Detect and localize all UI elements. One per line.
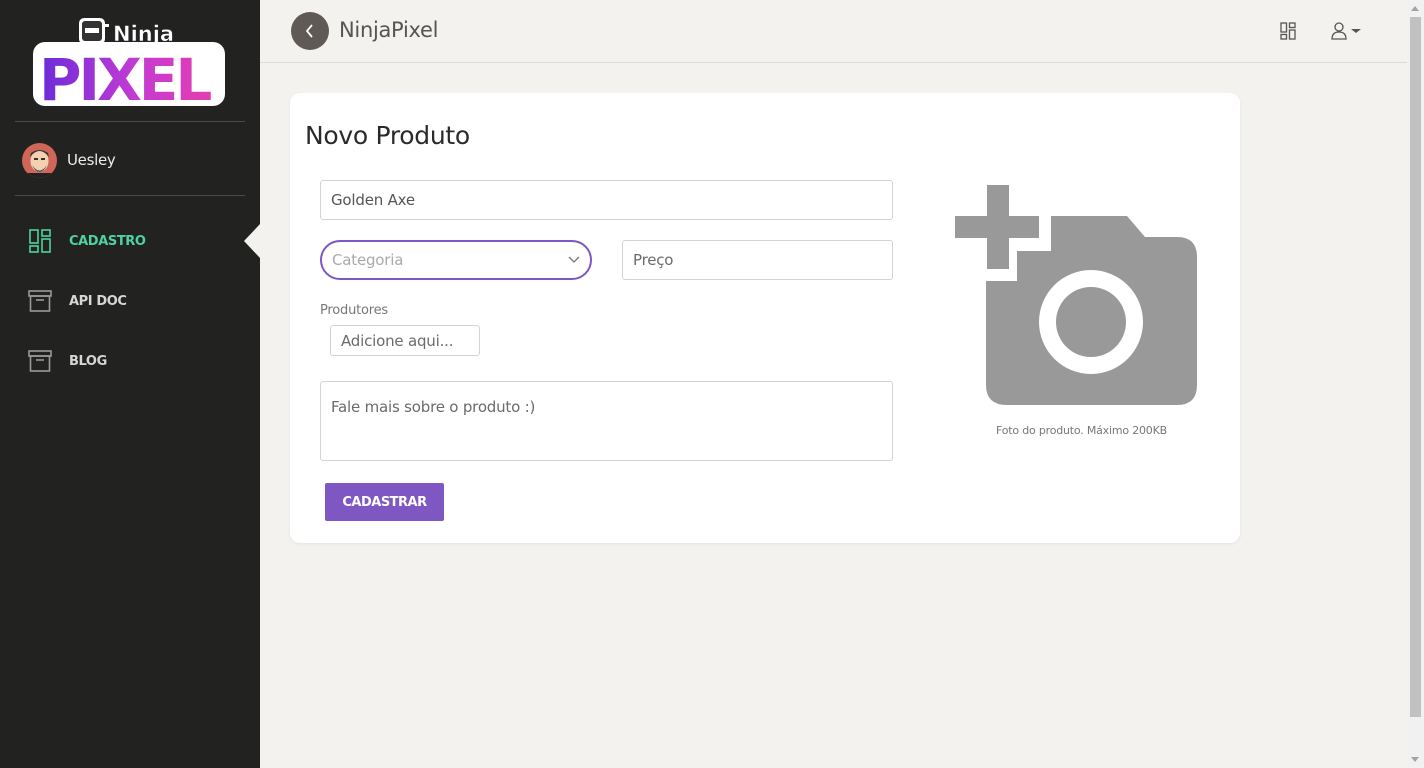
price-input[interactable]: Preço [622,240,893,280]
new-product-card: Novo Produto Golden Axe Categoria Preço … [290,93,1240,543]
sidebar-item-blog[interactable]: BLOG [28,346,107,376]
user-menu-button[interactable] [1331,21,1365,41]
product-name-input[interactable]: Golden Axe [320,180,893,220]
producers-label: Produtores [320,303,388,318]
user-icon [1331,22,1347,40]
caret-down-icon [1351,29,1361,33]
submit-button[interactable]: CADASTRAR [325,483,444,521]
app-title: NinjaPixel [339,18,439,42]
sidebar-item-cadastro[interactable]: CADASTRO [28,226,146,256]
back-button[interactable] [291,12,329,50]
archive-icon [28,349,52,373]
dashboard-icon [1280,22,1296,40]
sidebar-divider [15,121,245,122]
dashboard-icon [28,229,52,253]
page-scrollbar[interactable] [1407,0,1424,768]
scroll-down-arrow[interactable] [1411,757,1419,762]
sidebar-item-api-doc[interactable]: API DOC [28,286,127,316]
scroll-up-arrow[interactable] [1411,6,1419,11]
description-textarea[interactable]: Fale mais sobre o produto :) [320,381,893,461]
scroll-thumb[interactable] [1410,17,1421,717]
chevron-down-icon [568,256,580,263]
avatar [22,142,57,178]
user-profile[interactable]: Uesley [22,142,116,178]
user-name: Uesley [67,151,116,169]
ninjapixel-logo[interactable]: Ninja PIXEL [33,12,228,110]
sidebar-item-label: API DOC [69,293,127,309]
photo-caption: Foto do produto. Máximo 200KB [996,424,1167,437]
svg-text:PIXEL: PIXEL [39,46,211,110]
top-header: NinjaPixel [260,0,1407,63]
apps-grid-button[interactable] [1280,22,1300,42]
sidebar-item-label: BLOG [69,353,107,369]
page-title: Novo Produto [305,121,470,150]
sidebar: Ninja PIXEL Uesley CADASTRO API DOC BLOG [0,0,260,768]
sidebar-item-label: CADASTRO [69,233,146,249]
category-select[interactable]: Categoria [320,240,592,280]
active-indicator [244,224,260,258]
producers-input[interactable]: Adicione aqui... [330,325,480,356]
chevron-left-icon [305,24,313,38]
category-placeholder: Categoria [332,251,404,269]
archive-icon [28,289,52,313]
add-photo-icon[interactable] [955,185,1198,408]
sidebar-divider [15,195,245,196]
